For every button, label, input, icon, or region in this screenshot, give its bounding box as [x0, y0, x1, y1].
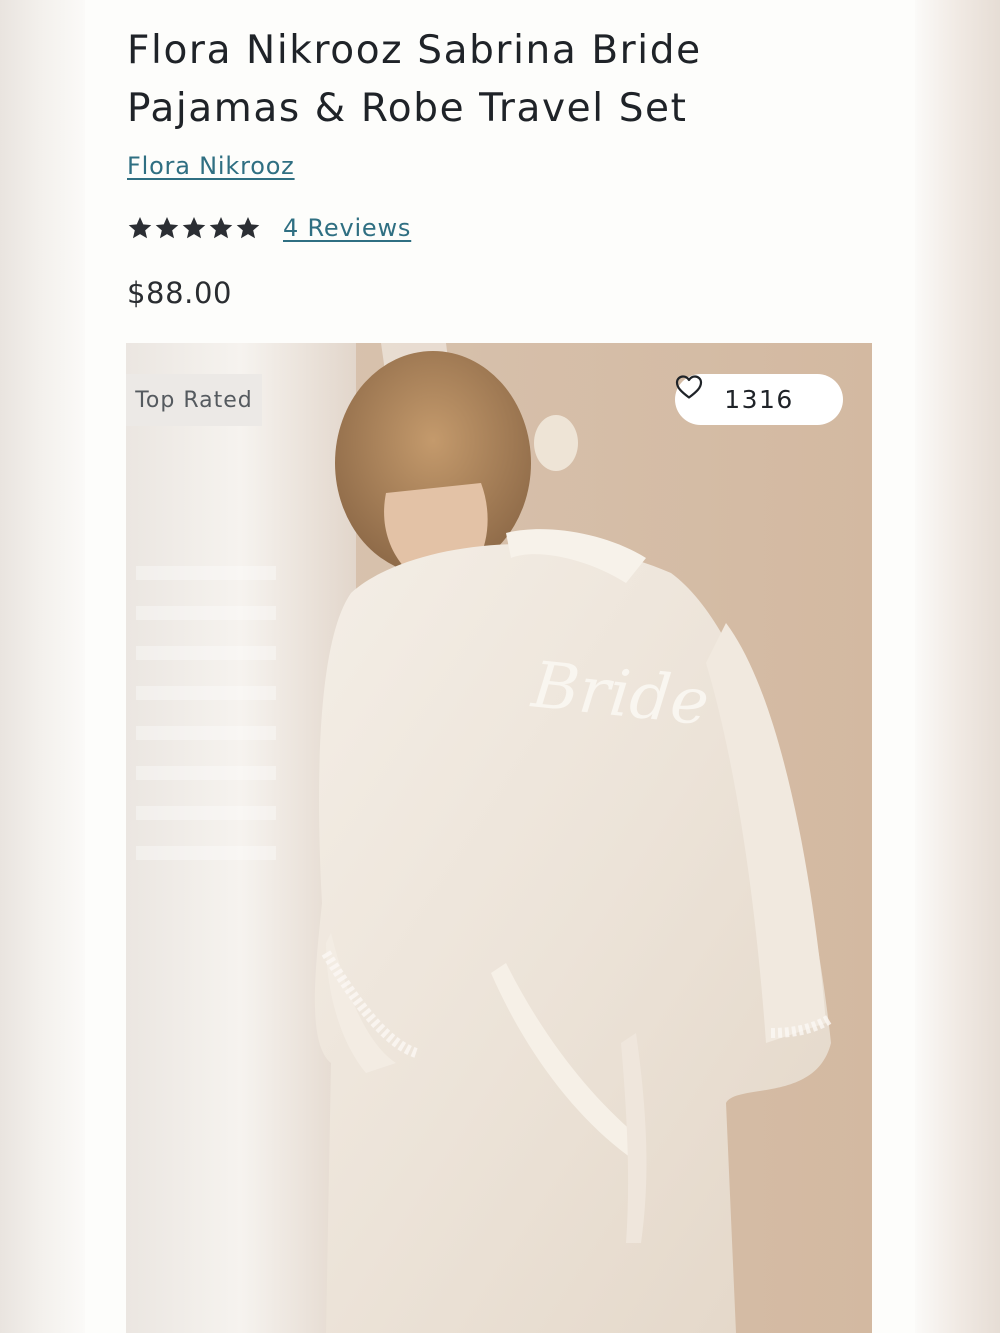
product-image[interactable]: Bride Top Rated 1316 — [126, 343, 872, 1333]
product-price: $88.00 — [127, 276, 233, 310]
top-rated-badge: Top Rated — [126, 374, 262, 426]
rating-row: 4 Reviews — [127, 208, 411, 248]
star-rating — [127, 215, 261, 241]
brand-link[interactable]: Flora Nikrooz — [127, 152, 295, 180]
star-icon — [209, 216, 233, 239]
product-title: Flora Nikrooz Sabrina Bride Pajamas & Ro… — [127, 28, 702, 131]
favorite-button[interactable]: 1316 — [675, 374, 843, 425]
product-page: Flora Nikrooz Sabrina Bride Pajamas & Ro… — [85, 0, 915, 1333]
like-count: 1316 — [724, 385, 794, 414]
reviews-link[interactable]: 4 Reviews — [283, 214, 411, 242]
star-icon — [182, 216, 206, 239]
star-icon — [155, 216, 179, 239]
heart-outline-icon — [675, 375, 703, 399]
star-icon — [236, 216, 260, 239]
star-icon — [128, 216, 152, 239]
robe-photo-illustration: Bride — [126, 343, 872, 1333]
